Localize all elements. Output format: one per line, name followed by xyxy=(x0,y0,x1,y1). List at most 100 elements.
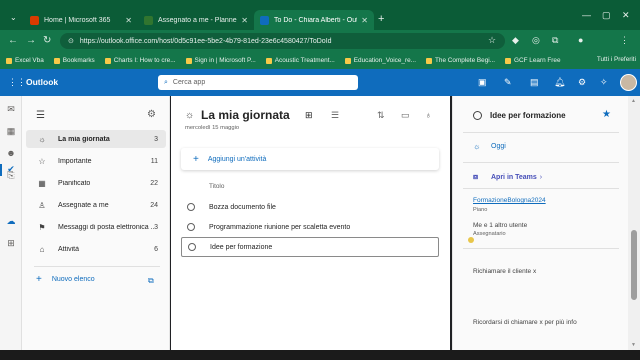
sidebar-item-tasks[interactable]: ⌂ Attività 6 xyxy=(26,240,166,258)
divider xyxy=(463,248,619,249)
app-launcher-icon[interactable]: ⋮⋮ xyxy=(8,77,26,88)
browser-tab-planner[interactable]: Assegnato a me - Planner ✕ xyxy=(138,10,254,30)
sidebar-item-flagged-email[interactable]: ⚑ Messaggi di posta elettronica ... 3 xyxy=(26,218,166,236)
bookmark-item[interactable]: Sign in | Microsoft P... xyxy=(185,57,256,64)
bookmark-favicon-icon xyxy=(265,57,272,64)
task-row[interactable]: Programmazione riunione per scaletta eve… xyxy=(181,217,439,237)
copilot-icon[interactable]: ✎ xyxy=(504,77,512,88)
outlook-brand[interactable]: Outlook xyxy=(26,77,58,87)
extension-icon[interactable]: ◆ xyxy=(512,35,519,46)
assignees-label: Assegnatario xyxy=(473,231,506,237)
item-count: 3 xyxy=(154,223,158,231)
browser-tab-todo[interactable]: To Do - Chiara Alberti - Outlook ✕ xyxy=(254,10,374,30)
bookmark-item[interactable]: The Complete Begi... xyxy=(425,57,495,64)
new-tab-button[interactable]: + xyxy=(378,13,384,25)
bookmark-favicon-icon xyxy=(185,57,192,64)
bookmark-item[interactable]: Acoustic Treatment... xyxy=(265,57,335,64)
bookmark-item[interactable]: Education_Voice_re... xyxy=(344,57,416,64)
menu-dots-icon[interactable]: ⋮ xyxy=(620,35,629,46)
scroll-down-arrow-icon[interactable]: ▼ xyxy=(631,342,636,348)
extension-icon[interactable]: ◎ xyxy=(532,35,540,46)
notifications-bell-icon[interactable]: 🔔︎ xyxy=(554,77,565,88)
scrollbar[interactable]: ▲ ▼ xyxy=(628,96,640,350)
bookmark-favicon-icon xyxy=(505,57,512,64)
search-input[interactable]: ⌕ Cerca app xyxy=(158,75,358,90)
reload-icon[interactable]: ↻ xyxy=(43,35,51,46)
bookmark-item[interactable]: Charts I: How to cre... xyxy=(104,57,176,64)
close-tab-icon[interactable]: ✕ xyxy=(241,16,248,25)
list-view-icon[interactable]: ☰ xyxy=(331,110,339,121)
profile-icon[interactable]: ● xyxy=(578,35,583,45)
bookmark-item[interactable]: GCF Learn Free xyxy=(505,57,561,64)
bookmark-favicon-icon xyxy=(425,57,432,64)
complete-checkbox-icon[interactable] xyxy=(187,223,195,231)
scrollbar-thumb[interactable] xyxy=(631,230,637,300)
site-info-icon[interactable]: ⊙ xyxy=(68,37,74,45)
close-tab-icon[interactable]: ✕ xyxy=(361,16,368,25)
apps-icon[interactable]: ▤ xyxy=(530,77,539,88)
add-task-input[interactable]: + Aggiungi un'attività xyxy=(181,148,439,170)
sidebar-item-assigned-to-me[interactable]: ♙ Assegnate a me 24 xyxy=(26,196,166,214)
new-list-button[interactable]: + Nuovo elenco xyxy=(36,274,95,285)
hamburger-menu-icon[interactable]: ☰ xyxy=(36,110,45,121)
sidebar-item-my-day[interactable]: ☼ La mia giornata 3 xyxy=(26,130,166,148)
tips-icon[interactable]: ✧ xyxy=(600,77,608,88)
todo-check-icon[interactable]: ✔ xyxy=(6,164,16,174)
task-row-selected[interactable]: Idee per formazione xyxy=(181,237,439,257)
microsoft365-favicon-icon xyxy=(30,15,39,25)
date-subtitle: mercoledì 15 maggio xyxy=(185,125,240,131)
people-icon[interactable]: ☻ xyxy=(6,148,16,158)
task-title[interactable]: Idee per formazione xyxy=(490,111,566,120)
complete-checkbox-icon[interactable] xyxy=(473,111,482,120)
more-options-icon[interactable]: ··· xyxy=(281,108,290,118)
close-tab-icon[interactable]: ✕ xyxy=(125,16,132,25)
column-header-title[interactable]: Titolo xyxy=(209,183,224,190)
assignees[interactable]: Me e 1 altro utente xyxy=(473,222,527,229)
scroll-up-arrow-icon[interactable]: ▲ xyxy=(631,98,636,104)
sidebar-item-planned[interactable]: ▦ Pianificato 22 xyxy=(26,174,166,192)
note-line[interactable]: Richiamare il cliente x xyxy=(473,268,536,275)
group-icon[interactable]: ▭ xyxy=(401,110,410,121)
bookmark-item[interactable]: Excel Vba xyxy=(6,57,44,64)
bookmark-star-icon[interactable]: ☆ xyxy=(488,35,496,46)
complete-checkbox-icon[interactable] xyxy=(187,203,195,211)
settings-icon[interactable]: ⚙ xyxy=(147,109,156,120)
complete-checkbox-icon[interactable] xyxy=(188,243,196,251)
back-icon[interactable]: ← xyxy=(8,35,18,46)
my-day-toggle[interactable]: ☼ Oggi xyxy=(473,142,506,151)
suggestions-lightbulb-icon[interactable]: ♁ xyxy=(425,110,432,120)
settings-gear-icon[interactable]: ⚙ xyxy=(578,77,586,88)
plus-icon: + xyxy=(193,153,199,165)
sort-icon[interactable]: ⇅ xyxy=(377,110,385,121)
browser-toolbar: ← → ↻ ⊙ https://outlook.office.com/host/… xyxy=(0,30,640,52)
new-group-icon[interactable]: ⧉ xyxy=(148,276,154,286)
sidebar-item-important[interactable]: ☆ Importante 11 xyxy=(26,152,166,170)
minimize-icon[interactable]: — xyxy=(582,10,591,20)
tab-search-icon[interactable]: ⌄ xyxy=(10,13,17,22)
planner-favicon-icon xyxy=(144,15,153,25)
outlook-header: ⋮⋮ Outlook ⌕ Cerca app ▣ ✎ ▤ 🔔︎ ⚙ ✧ xyxy=(0,69,640,96)
all-bookmarks[interactable]: Tutti i Preferiti xyxy=(597,56,636,63)
bookmark-item[interactable]: Bookmarks xyxy=(53,57,95,64)
important-star-icon[interactable]: ★ xyxy=(602,109,611,120)
teams-call-icon[interactable]: ▣ xyxy=(478,77,487,88)
note-line[interactable]: Ricordarsi di chiamare x per più info xyxy=(473,319,577,326)
more-apps-icon[interactable]: ⊞ xyxy=(6,238,16,248)
onedrive-icon[interactable]: ☁ xyxy=(6,216,16,226)
task-row[interactable]: Bozza documento file xyxy=(181,197,439,217)
address-bar[interactable]: ⊙ https://outlook.office.com/host/0d5c91… xyxy=(60,33,505,49)
maximize-icon[interactable]: ▢ xyxy=(602,10,611,21)
avatar[interactable] xyxy=(620,74,637,91)
bottom-edge xyxy=(0,350,640,360)
app-rail: ✉ ▦ ☻ ⎘ ✔ ☁ ⊞ xyxy=(0,96,22,350)
calendar-icon[interactable]: ▦ xyxy=(6,126,16,136)
forward-icon[interactable]: → xyxy=(26,35,36,46)
grid-view-icon[interactable]: ⊞ xyxy=(305,110,313,121)
mail-icon[interactable]: ✉ xyxy=(6,104,16,114)
open-in-teams-link[interactable]: ⧈ Apri in Teams › xyxy=(473,172,542,182)
browser-tab-microsoft365[interactable]: Home | Microsoft 365 ✕ xyxy=(24,10,138,30)
extensions-puzzle-icon[interactable]: ⧉ xyxy=(552,35,558,46)
teams-icon: ⧈ xyxy=(473,172,479,181)
close-window-icon[interactable]: ✕ xyxy=(622,10,630,21)
plan-link[interactable]: FormazioneBologna2024 xyxy=(473,197,546,204)
